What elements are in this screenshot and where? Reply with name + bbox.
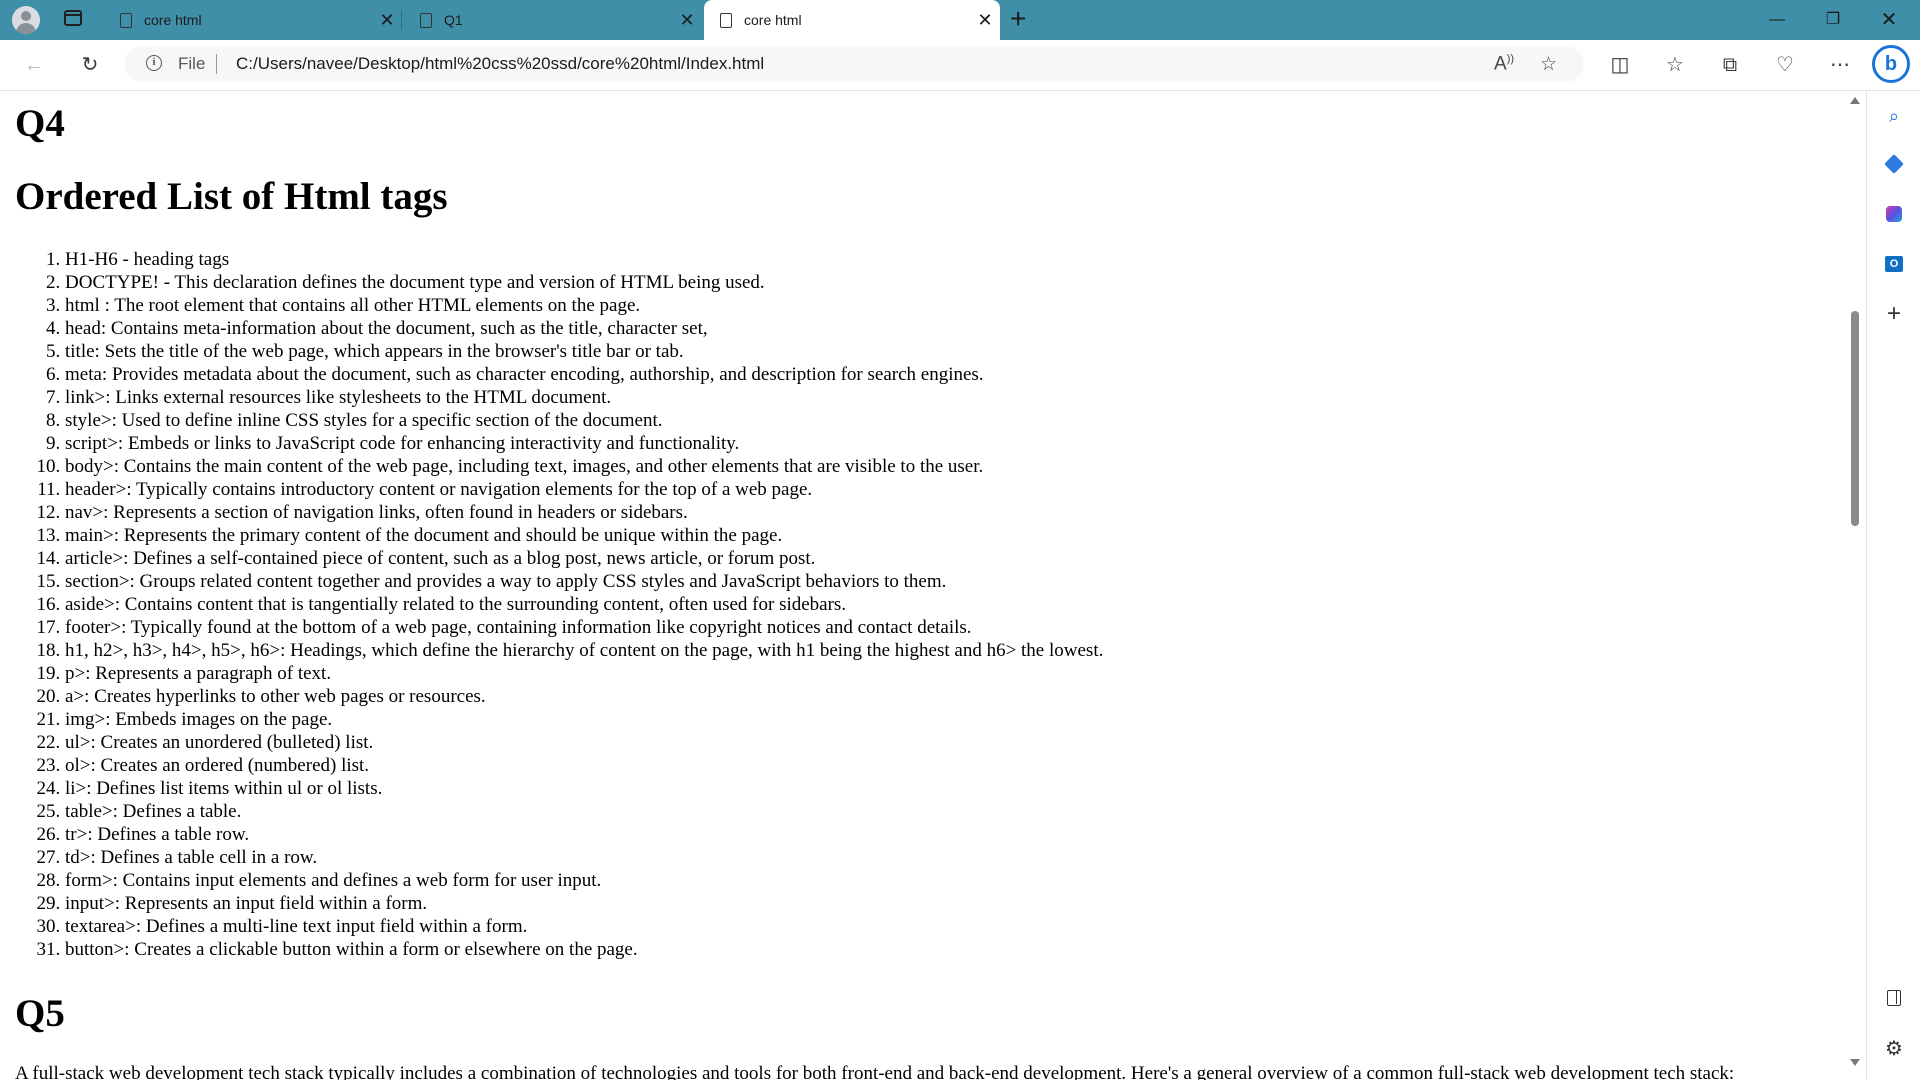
list-item: button>: Creates a clickable button with…: [65, 938, 1103, 961]
more-icon[interactable]: ⋯: [1826, 51, 1854, 79]
close-tab-icon[interactable]: ✕: [970, 10, 1000, 31]
page-icon: [120, 12, 132, 28]
list-item: html : The root element that contains al…: [65, 294, 1103, 317]
page-icon: [420, 12, 432, 28]
list-item: article>: Defines a self-contained piece…: [65, 547, 1103, 570]
heart-pulse-icon[interactable]: ♡: [1771, 51, 1799, 79]
list-item: section>: Groups related content togethe…: [65, 570, 1103, 593]
list-item: main>: Represents the primary content of…: [65, 524, 1103, 547]
list-item: nav>: Represents a section of navigation…: [65, 501, 1103, 524]
refresh-icon[interactable]: ↻: [76, 51, 104, 79]
list-title: Ordered List of Html tags: [15, 175, 448, 218]
tab-q1[interactable]: Q1 ✕: [404, 0, 702, 40]
html-tags-list: H1-H6 - heading tagsDOCTYPE! - This decl…: [15, 248, 1103, 961]
split-screen-icon[interactable]: ◫: [1606, 51, 1634, 79]
scroll-up-arrow-icon[interactable]: [1850, 97, 1860, 104]
tab-core-html-1[interactable]: core html ✕: [104, 0, 402, 40]
address-separator: [216, 54, 217, 74]
close-window-icon[interactable]: ✕: [1861, 0, 1917, 40]
restore-icon[interactable]: ❐: [1805, 0, 1861, 40]
list-item: tr>: Defines a table row.: [65, 823, 1103, 846]
list-item: p>: Represents a paragraph of text.: [65, 662, 1103, 685]
url-text[interactable]: C:/Users/navee/Desktop/html%20css%20ssd/…: [236, 54, 764, 74]
scroll-thumb[interactable]: [1851, 311, 1859, 526]
bing-icon[interactable]: b: [1872, 45, 1910, 83]
list-item: link>: Links external resources like sty…: [65, 386, 1103, 409]
collections-icon[interactable]: ⧉: [1716, 51, 1744, 79]
page-icon: [720, 12, 732, 28]
read-aloud-icon[interactable]: A)): [1494, 53, 1514, 75]
list-item: ol>: Creates an ordered (numbered) list.: [65, 754, 1103, 777]
tab-title: core html: [144, 12, 202, 28]
list-item: td>: Defines a table cell in a row.: [65, 846, 1103, 869]
list-item: title: Sets the title of the web page, w…: [65, 340, 1103, 363]
info-icon[interactable]: i: [146, 55, 162, 71]
minimize-icon[interactable]: —: [1749, 0, 1805, 40]
list-item: aside>: Contains content that is tangent…: [65, 593, 1103, 616]
scheme-label: File: [178, 54, 206, 73]
list-item: form>: Contains input elements and defin…: [65, 869, 1103, 892]
list-item: meta: Provides metadata about the docume…: [65, 363, 1103, 386]
favorite-star-icon[interactable]: ☆: [1540, 53, 1557, 76]
close-tab-icon[interactable]: ✕: [372, 10, 402, 31]
list-item: body>: Contains the main content of the …: [65, 455, 1103, 478]
scroll-down-arrow-icon[interactable]: [1850, 1059, 1860, 1066]
address-bar[interactable]: i File C:/Users/navee/Desktop/html%20css…: [124, 46, 1584, 82]
settings-gear-icon[interactable]: ⚙: [1882, 1037, 1906, 1061]
shopping-tag-icon[interactable]: [1882, 152, 1906, 176]
tab-title: Q1: [444, 12, 463, 28]
list-item: head: Contains meta-information about th…: [65, 317, 1103, 340]
list-item: textarea>: Defines a multi-line text inp…: [65, 915, 1103, 938]
search-icon[interactable]: ⌕: [1882, 104, 1906, 128]
list-item: script>: Embeds or links to JavaScript c…: [65, 432, 1103, 455]
hide-sidebar-icon[interactable]: [1887, 990, 1901, 1006]
tab-title: core html: [744, 12, 802, 28]
q4-heading: Q4: [15, 102, 65, 145]
list-item: h1, h2>, h3>, h4>, h5>, h6>: Headings, w…: [65, 639, 1103, 662]
list-item: footer>: Typically found at the bottom o…: [65, 616, 1103, 639]
page-content: Q4 Ordered List of Html tags H1-H6 - hea…: [0, 91, 1846, 1080]
list-item: header>: Typically contains introductory…: [65, 478, 1103, 501]
list-item: img>: Embeds images on the page.: [65, 708, 1103, 731]
new-tab-icon[interactable]: +: [1010, 3, 1026, 35]
tab-core-html-active[interactable]: core html ✕: [704, 0, 1000, 40]
list-item: style>: Used to define inline CSS styles…: [65, 409, 1103, 432]
list-item: a>: Creates hyperlinks to other web page…: [65, 685, 1103, 708]
edge-sidebar: ⌕ O + ⚙: [1866, 91, 1920, 1080]
list-item: input>: Represents an input field within…: [65, 892, 1103, 915]
tab-strip: core html ✕ Q1 ✕ core html ✕ + — ❐ ✕: [0, 0, 1920, 40]
back-icon[interactable]: ←: [20, 51, 48, 79]
office-icon[interactable]: [1882, 202, 1906, 226]
outlook-icon[interactable]: O: [1882, 252, 1906, 276]
tab-actions-icon[interactable]: [64, 10, 82, 26]
list-item: li>: Defines list items within ul or ol …: [65, 777, 1103, 800]
q5-heading: Q5: [15, 992, 65, 1035]
vertical-scrollbar[interactable]: [1846, 91, 1864, 1080]
close-tab-icon[interactable]: ✕: [672, 10, 702, 31]
profile-avatar-icon[interactable]: [12, 6, 40, 34]
add-icon[interactable]: +: [1882, 302, 1906, 326]
toolbar: ← ↻ i File C:/Users/navee/Desktop/html%2…: [0, 40, 1920, 91]
list-item: table>: Defines a table.: [65, 800, 1103, 823]
list-item: DOCTYPE! - This declaration defines the …: [65, 271, 1103, 294]
favorites-icon[interactable]: ☆: [1661, 51, 1689, 79]
list-item: ul>: Creates an unordered (bulleted) lis…: [65, 731, 1103, 754]
list-item: H1-H6 - heading tags: [65, 248, 1103, 271]
q5-paragraph: A full-stack web development tech stack …: [15, 1063, 1735, 1080]
